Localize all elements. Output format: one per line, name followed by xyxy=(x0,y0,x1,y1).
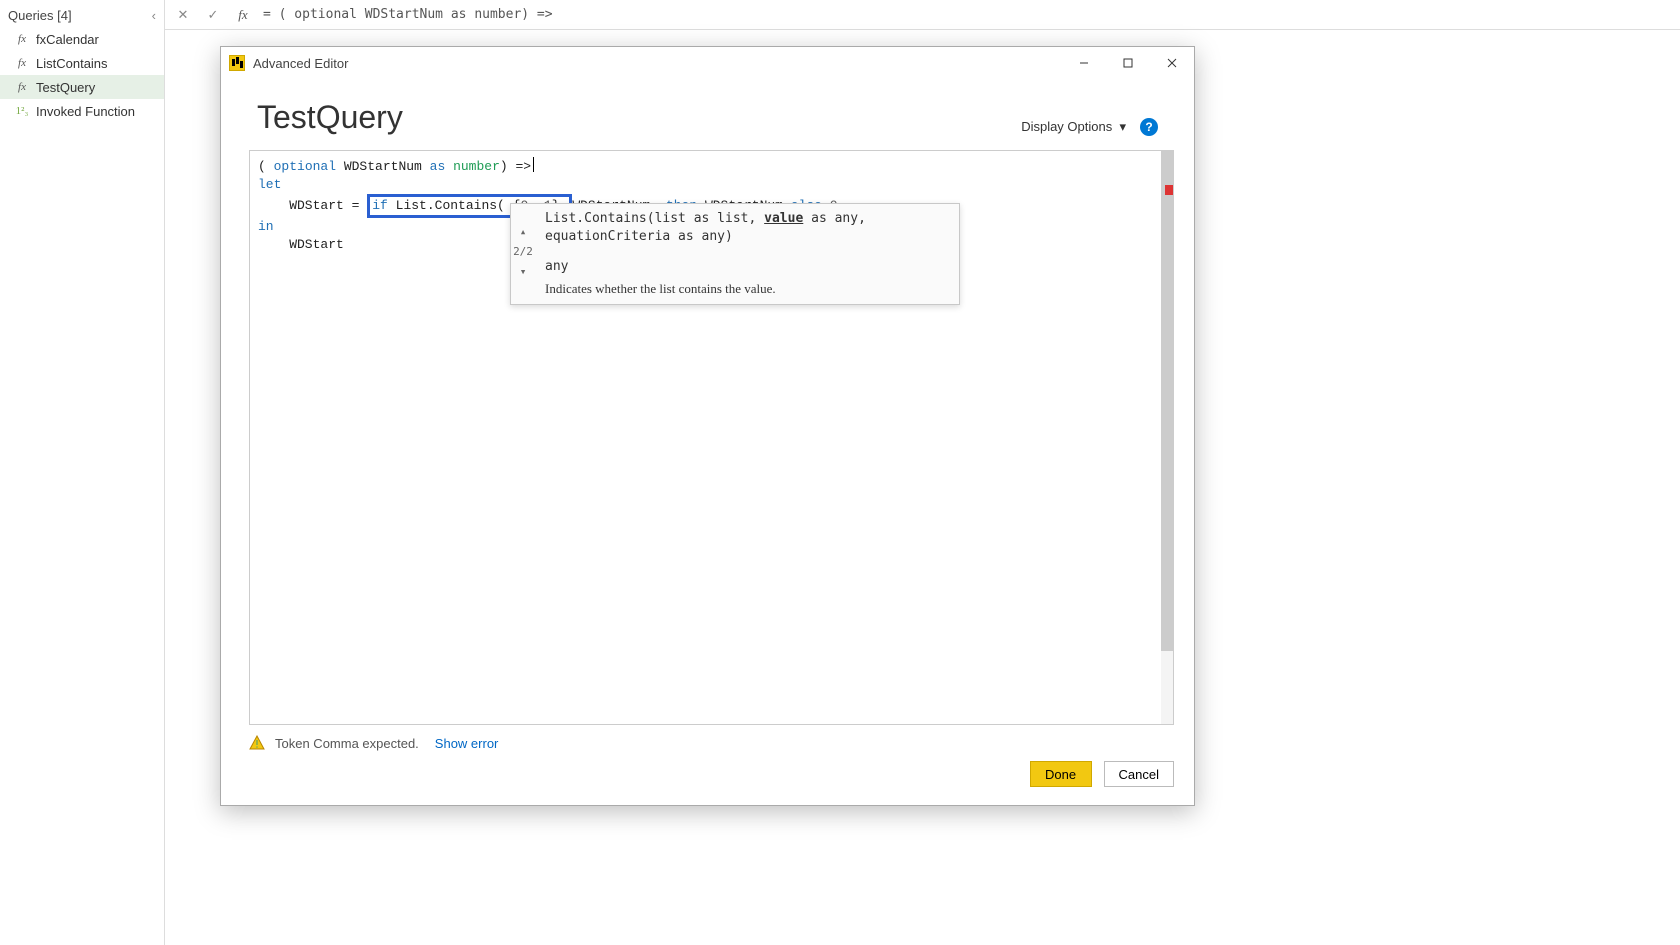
close-button[interactable] xyxy=(1150,47,1194,79)
function-icon: fx xyxy=(14,55,30,71)
tooltip-page-indicator: 2/2 xyxy=(513,243,533,261)
number-icon: 1²₃ xyxy=(14,103,30,119)
maximize-button[interactable] xyxy=(1106,47,1150,79)
tooltip-description: Indicates whether the list contains the … xyxy=(545,280,949,298)
show-error-link[interactable]: Show error xyxy=(435,736,499,751)
intellisense-tooltip: ▴ 2/2 ▾ List.Contains(list as list, valu… xyxy=(510,203,960,305)
display-options-dropdown[interactable]: Display Options ▾ xyxy=(1021,119,1126,135)
queries-sidebar: Queries [4] ‹ fx fxCalendar fx ListConta… xyxy=(0,0,165,945)
text-caret xyxy=(533,157,534,172)
powerbi-icon xyxy=(229,55,245,71)
sidebar-title: Queries [4] xyxy=(8,8,72,23)
minimize-button[interactable] xyxy=(1062,47,1106,79)
function-icon: fx xyxy=(14,31,30,47)
dialog-footer: Done Cancel xyxy=(221,761,1194,805)
tooltip-return-type: any xyxy=(545,258,949,276)
cancel-formula-icon[interactable]: ✕ xyxy=(173,5,193,25)
sidebar-item-listcontains[interactable]: fx ListContains xyxy=(0,51,164,75)
done-button[interactable]: Done xyxy=(1030,761,1092,787)
tooltip-signature: List.Contains(list as list, value as any… xyxy=(545,210,949,246)
code-editor-container: ( optional WDStartNum as number) => let … xyxy=(249,150,1174,725)
formula-bar: ✕ ✓ fx = ( optional WDStartNum as number… xyxy=(165,0,1680,30)
sidebar-item-label: ListContains xyxy=(36,56,108,71)
warning-icon xyxy=(249,735,265,751)
function-icon: fx xyxy=(14,79,30,95)
sidebar-item-invoked-function[interactable]: 1²₃ Invoked Function xyxy=(0,99,164,123)
status-bar: Token Comma expected. Show error xyxy=(221,725,1194,761)
sidebar-item-label: fxCalendar xyxy=(36,32,99,47)
dialog-title: Advanced Editor xyxy=(253,56,348,71)
sidebar-header: Queries [4] ‹ xyxy=(0,4,164,27)
sidebar-item-label: Invoked Function xyxy=(36,104,135,119)
cancel-button[interactable]: Cancel xyxy=(1104,761,1174,787)
tooltip-pager: ▴ 2/2 ▾ xyxy=(511,204,535,304)
commit-formula-icon[interactable]: ✓ xyxy=(203,5,223,25)
query-name-title: TestQuery xyxy=(257,99,403,136)
help-icon[interactable]: ? xyxy=(1140,118,1158,136)
collapse-sidebar-icon[interactable]: ‹ xyxy=(152,8,156,23)
advanced-editor-dialog: Advanced Editor TestQuery Display Option… xyxy=(220,46,1195,806)
dialog-header: TestQuery Display Options ▾ ? xyxy=(221,79,1194,136)
dialog-titlebar: Advanced Editor xyxy=(221,47,1194,79)
chevron-down-icon: ▾ xyxy=(1116,119,1126,134)
tooltip-prev-icon[interactable]: ▴ xyxy=(520,223,527,241)
sidebar-item-fxcalendar[interactable]: fx fxCalendar xyxy=(0,27,164,51)
tooltip-next-icon[interactable]: ▾ xyxy=(520,263,527,281)
sidebar-item-testquery[interactable]: fx TestQuery xyxy=(0,75,164,99)
formula-text[interactable]: = ( optional WDStartNum as number) => xyxy=(263,7,553,22)
fx-icon[interactable]: fx xyxy=(233,5,253,25)
sidebar-item-label: TestQuery xyxy=(36,80,95,95)
status-message: Token Comma expected. xyxy=(275,736,419,751)
